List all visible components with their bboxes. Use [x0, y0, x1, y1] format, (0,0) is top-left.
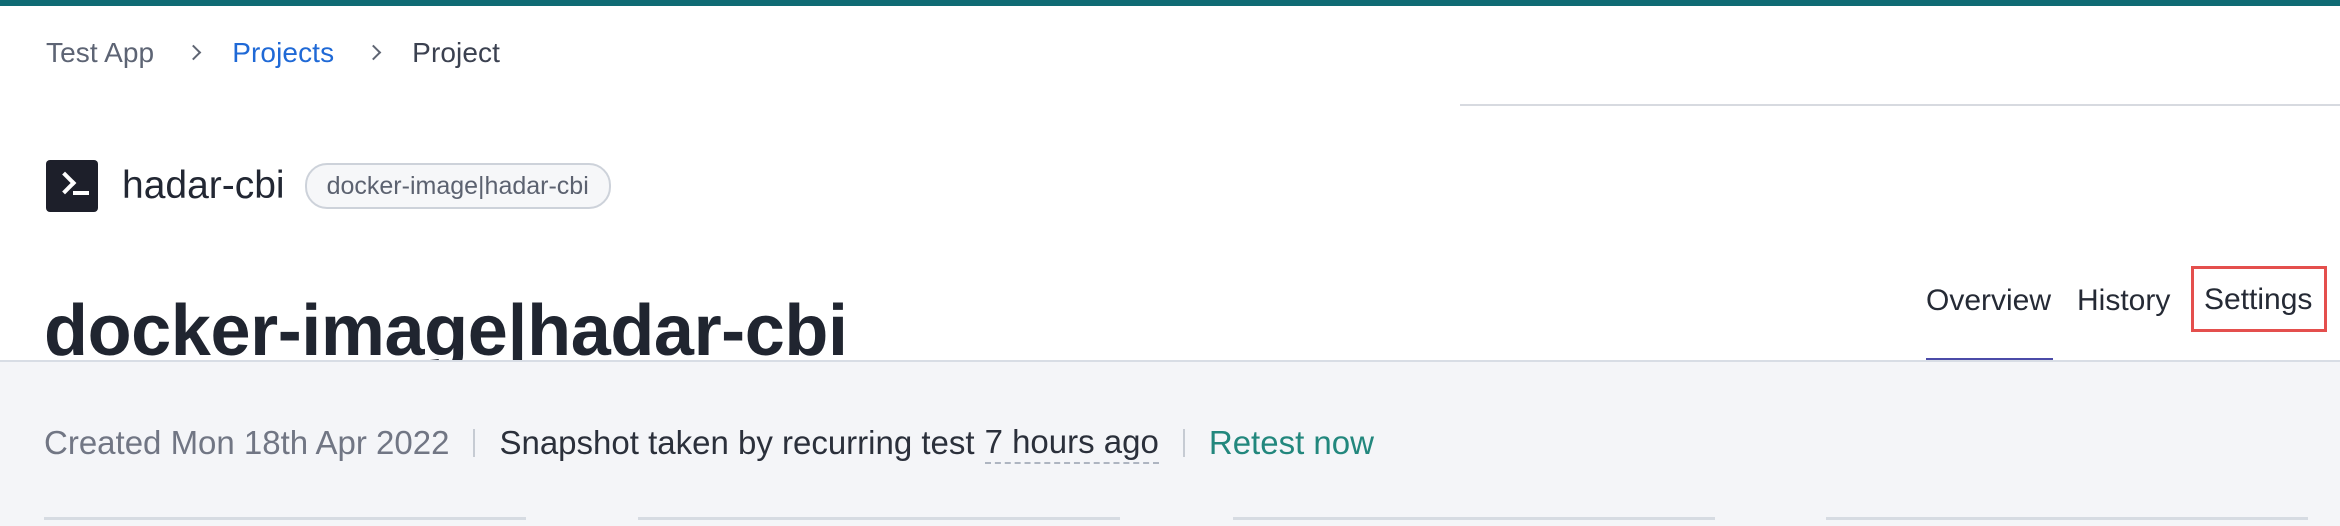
tab-history-label: History	[2077, 284, 2171, 317]
breadcrumb-projects[interactable]: Projects	[232, 37, 334, 69]
tab-history[interactable]: History	[2077, 266, 2179, 362]
project-header: hadar-cbi docker-image|hadar-cbi	[46, 158, 611, 214]
card-top-border	[1826, 517, 2308, 520]
top-accent-bar	[0, 0, 2340, 6]
created-date: Created Mon 18th Apr 2022	[44, 424, 450, 461]
chevron-right-icon	[366, 44, 384, 62]
project-name: hadar-cbi	[122, 164, 285, 207]
tab-settings[interactable]: Settings	[2191, 266, 2327, 332]
breadcrumb-project: Project	[412, 37, 501, 68]
tab-overview-label: Overview	[1926, 284, 2052, 317]
breadcrumb: Test App Projects Project	[46, 30, 500, 76]
project-page: Test App Projects Project hadar-cbi dock…	[0, 0, 2340, 526]
summary-divider	[473, 429, 476, 457]
snapshot-time[interactable]: 7 hours ago	[984, 422, 1159, 464]
tab-settings-label: Settings	[2204, 283, 2313, 316]
header-divider	[1460, 104, 2340, 106]
project-tag: docker-image|hadar-cbi	[304, 163, 611, 209]
tab-overview[interactable]: Overview	[1926, 266, 2053, 364]
breadcrumb-test-app[interactable]: Test App	[46, 37, 154, 69]
summary-divider	[1182, 429, 1185, 457]
project-summary: Created Mon 18th Apr 2022 Snapshot taken…	[44, 418, 1374, 468]
card-top-border	[638, 517, 1120, 520]
snapshot-status: Snapshot taken by recurring test	[499, 424, 975, 461]
card-top-border	[44, 517, 526, 520]
retest-now-link[interactable]: Retest now	[1209, 424, 1374, 462]
chevron-right-icon	[186, 44, 204, 62]
project-tabs: Overview History Settings	[1926, 266, 2327, 364]
terminal-icon	[46, 160, 98, 212]
card-top-border	[1233, 517, 1715, 520]
